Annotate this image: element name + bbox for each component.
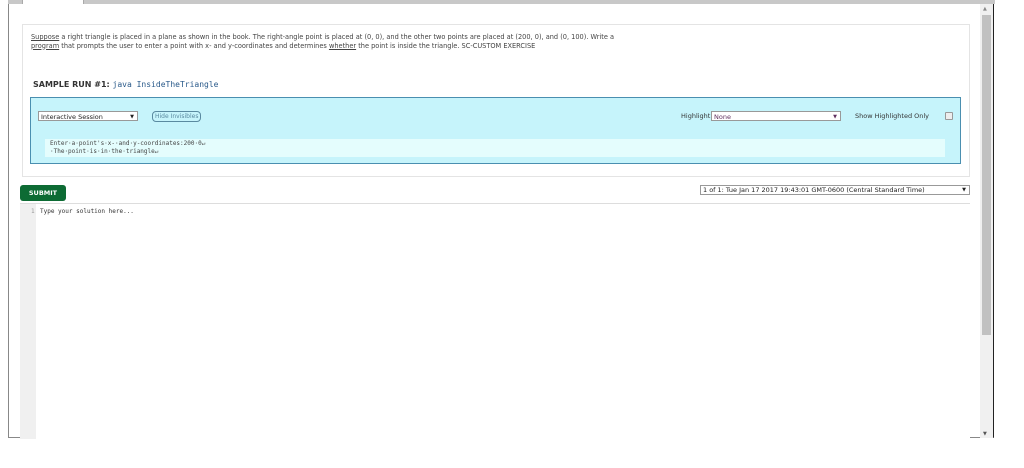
scrollbar[interactable]: ▲ ▼	[980, 4, 993, 438]
scroll-up-icon[interactable]: ▲	[983, 6, 987, 12]
line-number: 1	[31, 208, 35, 215]
line-gutter: 1	[20, 204, 36, 439]
hide-invisibles-button[interactable]: Hide Invisibles	[152, 111, 202, 122]
session-output: Enter·a·point's·x-·and·y-coordinates:200…	[45, 139, 945, 157]
highlight-label: Highlight:	[681, 112, 713, 120]
scrollbar-thumb[interactable]	[982, 15, 991, 335]
code-editor[interactable]: 1 Type your solution here...	[20, 203, 970, 439]
problem-panel: Suppose a right triangle is placed in a …	[22, 24, 970, 177]
problem-description: Suppose a right triangle is placed in a …	[31, 33, 631, 50]
output-line: Enter·a·point's·x-·and·y-coordinates:200…	[50, 140, 206, 147]
version-select[interactable]: 1 of 1: Tue Jan 17 2017 19:43:01 GMT-060…	[700, 185, 970, 195]
spell-word: program	[31, 41, 60, 50]
session-mode-select[interactable]: Interactive Session ▼	[38, 111, 138, 121]
output-line: ·The·point·is·in·the·triangle↵	[50, 148, 159, 155]
submit-button[interactable]: SUBMIT	[20, 185, 66, 201]
show-highlighted-checkbox[interactable]	[945, 112, 953, 120]
highlight-select[interactable]: None ▼	[711, 111, 841, 121]
editor-placeholder: Type your solution here...	[40, 208, 134, 215]
dropdown-arrow-icon: ▼	[833, 114, 837, 120]
sample-command: java InsideTheTriangle	[112, 80, 219, 89]
scroll-down-icon[interactable]: ▼	[983, 431, 987, 437]
select-value: 1 of 1: Tue Jan 17 2017 19:43:01 GMT-060…	[703, 186, 925, 194]
dropdown-arrow-icon: ▼	[962, 187, 966, 193]
dropdown-arrow-icon: ▼	[130, 114, 134, 120]
select-value: Interactive Session	[41, 113, 103, 121]
spell-word: Suppose	[31, 33, 60, 41]
show-highlighted-label: Show Highlighted Only	[855, 112, 930, 120]
sample-run-title: SAMPLE RUN #1: java InsideTheTriangle	[33, 80, 219, 89]
sample-label: SAMPLE RUN #1:	[33, 80, 110, 89]
text: a right triangle is placed in a plane as…	[59, 33, 615, 41]
select-value: None	[714, 113, 731, 121]
text: the point is inside the triangle. SC-CUS…	[356, 41, 536, 50]
text: that prompts the user to enter a point w…	[59, 41, 329, 50]
spell-word: whether	[328, 41, 357, 50]
session-box: Interactive Session ▼ Hide Invisibles Hig…	[30, 97, 961, 164]
